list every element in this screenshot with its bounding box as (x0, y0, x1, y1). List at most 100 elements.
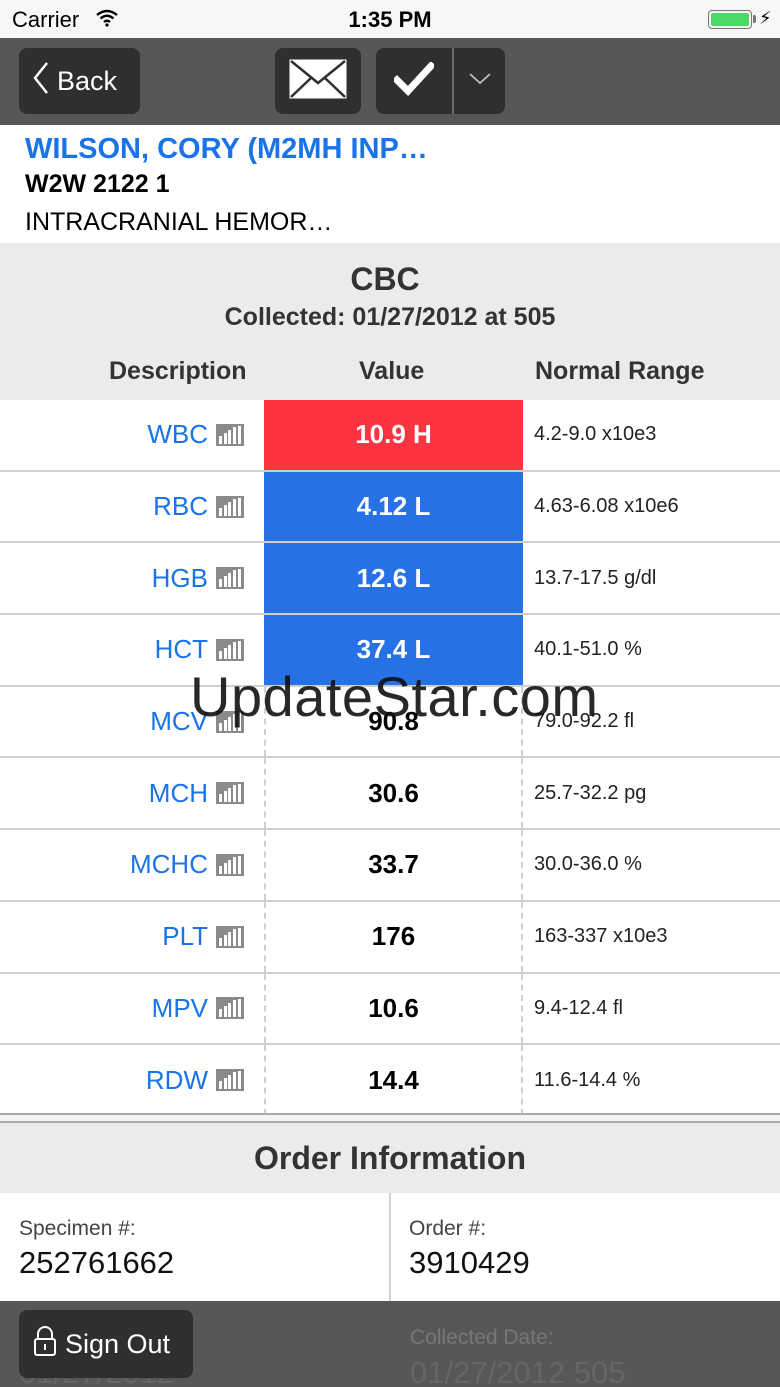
lock-icon (33, 1325, 57, 1364)
back-button-label: Back (57, 65, 118, 96)
test-name-link[interactable]: MPV (152, 993, 208, 1024)
test-name-link[interactable]: RDW (146, 1065, 208, 1096)
test-name-link[interactable]: WBC (147, 419, 208, 450)
panel-collected-date: Collected: 01/27/2012 at 505 (224, 303, 556, 331)
specimen-label: Specimen #: (19, 1217, 136, 1240)
lab-panel-header: CBC Collected: 01/27/2012 at 505 Descrip… (0, 243, 780, 400)
acknowledge-button[interactable] (376, 48, 452, 114)
column-header-description: Description (109, 357, 247, 385)
trend-graph-icon[interactable] (216, 782, 244, 805)
result-description-cell: MPV (0, 974, 264, 1044)
result-value-cell: 14.4 (264, 1045, 523, 1115)
specimen-value: 252761662 (19, 1245, 175, 1280)
order-info-header: Order Information (0, 1123, 780, 1193)
patient-room: W2W 2122 1 (25, 170, 170, 198)
panel-title: CBC (350, 261, 420, 297)
result-row-plt: PLT 176 163-337 x10e3 (0, 901, 780, 974)
result-row-rbc: RBC 4.12 L 4.63-6.08 x10e6 (0, 471, 780, 544)
result-row-mcv: MCV 90.8 79.0-92.2 fl (0, 686, 780, 759)
envelope-icon (289, 59, 347, 104)
status-bar: Carrier 1:35 PM ⚡ (0, 0, 780, 38)
result-row-hgb: HGB 12.6 L 13.7-17.5 g/dl (0, 543, 780, 616)
battery-tip (753, 15, 756, 23)
normal-range-cell: 25.7-32.2 pg (534, 781, 647, 804)
battery-icon (708, 10, 752, 29)
column-header-range: Normal Range (535, 357, 705, 385)
result-description-cell: WBC (0, 400, 264, 470)
trend-graph-icon[interactable] (216, 638, 244, 661)
order-number-value: 3910429 (409, 1245, 530, 1280)
chevron-down-icon (468, 72, 491, 90)
result-value-cell: 4.12 L (264, 471, 523, 542)
trend-graph-icon[interactable] (216, 495, 244, 518)
result-value-cell: 37.4 L (264, 615, 523, 685)
test-name-link[interactable]: RBC (153, 491, 208, 522)
test-name-link[interactable]: HGB (152, 563, 208, 594)
checkmark-icon (392, 60, 436, 101)
chevron-left-icon (33, 61, 49, 102)
normal-range-cell: 13.7-17.5 g/dl (534, 566, 657, 589)
result-description-cell: HCT (0, 615, 264, 685)
trend-graph-icon[interactable] (216, 997, 244, 1020)
normal-range-cell: 40.1-51.0 % (534, 638, 642, 661)
result-value-cell: 10.9 H (264, 400, 523, 470)
result-row-rdw: RDW 14.4 11.6-14.4 % (0, 1045, 780, 1117)
test-name-link[interactable]: HCT (155, 634, 208, 665)
order-info-body: Specimen #: 252761662 Order #: 3910429 (0, 1193, 780, 1301)
trend-graph-icon[interactable] (216, 567, 244, 590)
patient-diagnosis: INTRACRANIAL HEMOR… (25, 208, 333, 236)
normal-range-cell: 79.0-92.2 fl (534, 710, 635, 733)
result-value-cell: 10.6 (264, 973, 523, 1044)
trend-graph-icon[interactable] (216, 925, 244, 948)
normal-range-cell: 30.0-36.0 % (534, 853, 642, 876)
patient-name-link[interactable]: WILSON, CORY (M2MH INP… (25, 133, 428, 166)
top-toolbar: Back (0, 38, 780, 125)
acknowledge-options-button[interactable] (454, 48, 505, 114)
normal-range-cell: 163-337 x10e3 (534, 925, 668, 948)
back-button[interactable]: Back (19, 48, 140, 114)
normal-range-cell: 4.63-6.08 x10e6 (534, 495, 679, 518)
result-description-cell: MCH (0, 758, 264, 828)
result-value-cell: 30.6 (264, 758, 523, 829)
normal-range-cell: 11.6-14.4 % (534, 1068, 641, 1091)
result-row-mch: MCH 30.6 25.7-32.2 pg (0, 758, 780, 831)
acknowledge-split-button (376, 48, 505, 114)
result-description-cell: RBC (0, 472, 264, 542)
clock-label: 1:35 PM (348, 7, 432, 32)
column-header-value: Value (359, 357, 425, 385)
trend-graph-icon[interactable] (216, 853, 244, 876)
results-table: WBC 10.9 H 4.2-9.0 x10e3 RBC 4.12 L 4.63-6.08… (0, 400, 780, 1117)
result-value-cell: 176 (264, 901, 523, 972)
result-description-cell: MCV (0, 687, 264, 757)
sign-out-button[interactable]: Sign Out (19, 1310, 193, 1378)
result-description-cell: PLT (0, 902, 264, 972)
result-row-mchc: MCHC 33.7 30.0-36.0 % (0, 830, 780, 902)
result-description-cell: RDW (0, 1045, 264, 1115)
test-name-link[interactable]: MCHC (130, 849, 208, 880)
result-description-cell: HGB (0, 543, 264, 613)
email-button[interactable] (275, 48, 361, 114)
collected-date-value: 01/27/2012 505 (410, 1355, 626, 1387)
order-number-label: Order #: (409, 1217, 487, 1240)
result-value-cell: 90.8 (264, 686, 523, 757)
trend-graph-icon[interactable] (216, 423, 244, 446)
patient-header: WILSON, CORY (M2MH INP… W2W 2122 1 INTRA… (0, 125, 780, 243)
bottom-toolbar: 01/27/2012 Collected Date: 01/27/2012 50… (0, 1301, 780, 1387)
test-name-link[interactable]: MCV (150, 706, 208, 737)
result-row-wbc: WBC 10.9 H 4.2-9.0 x10e3 (0, 400, 780, 472)
trend-graph-icon[interactable] (216, 710, 244, 733)
charging-bolt-icon: ⚡ (759, 8, 772, 28)
result-row-hct: HCT 37.4 L 40.1-51.0 % (0, 615, 780, 687)
normal-range-cell: 4.2-9.0 x10e3 (534, 423, 657, 446)
collected-date-label: Collected Date: (410, 1326, 554, 1349)
result-row-mpv: MPV 10.6 9.4-12.4 fl (0, 973, 780, 1046)
test-name-link[interactable]: PLT (162, 921, 208, 952)
order-divider (389, 1193, 391, 1301)
trend-graph-icon[interactable] (216, 1069, 244, 1092)
result-value-cell: 12.6 L (264, 543, 523, 614)
test-name-link[interactable]: MCH (149, 778, 208, 809)
normal-range-cell: 9.4-12.4 fl (534, 996, 623, 1019)
sign-out-label: Sign Out (65, 1328, 171, 1359)
result-description-cell: MCHC (0, 830, 264, 900)
table-end-separator (0, 1113, 780, 1123)
